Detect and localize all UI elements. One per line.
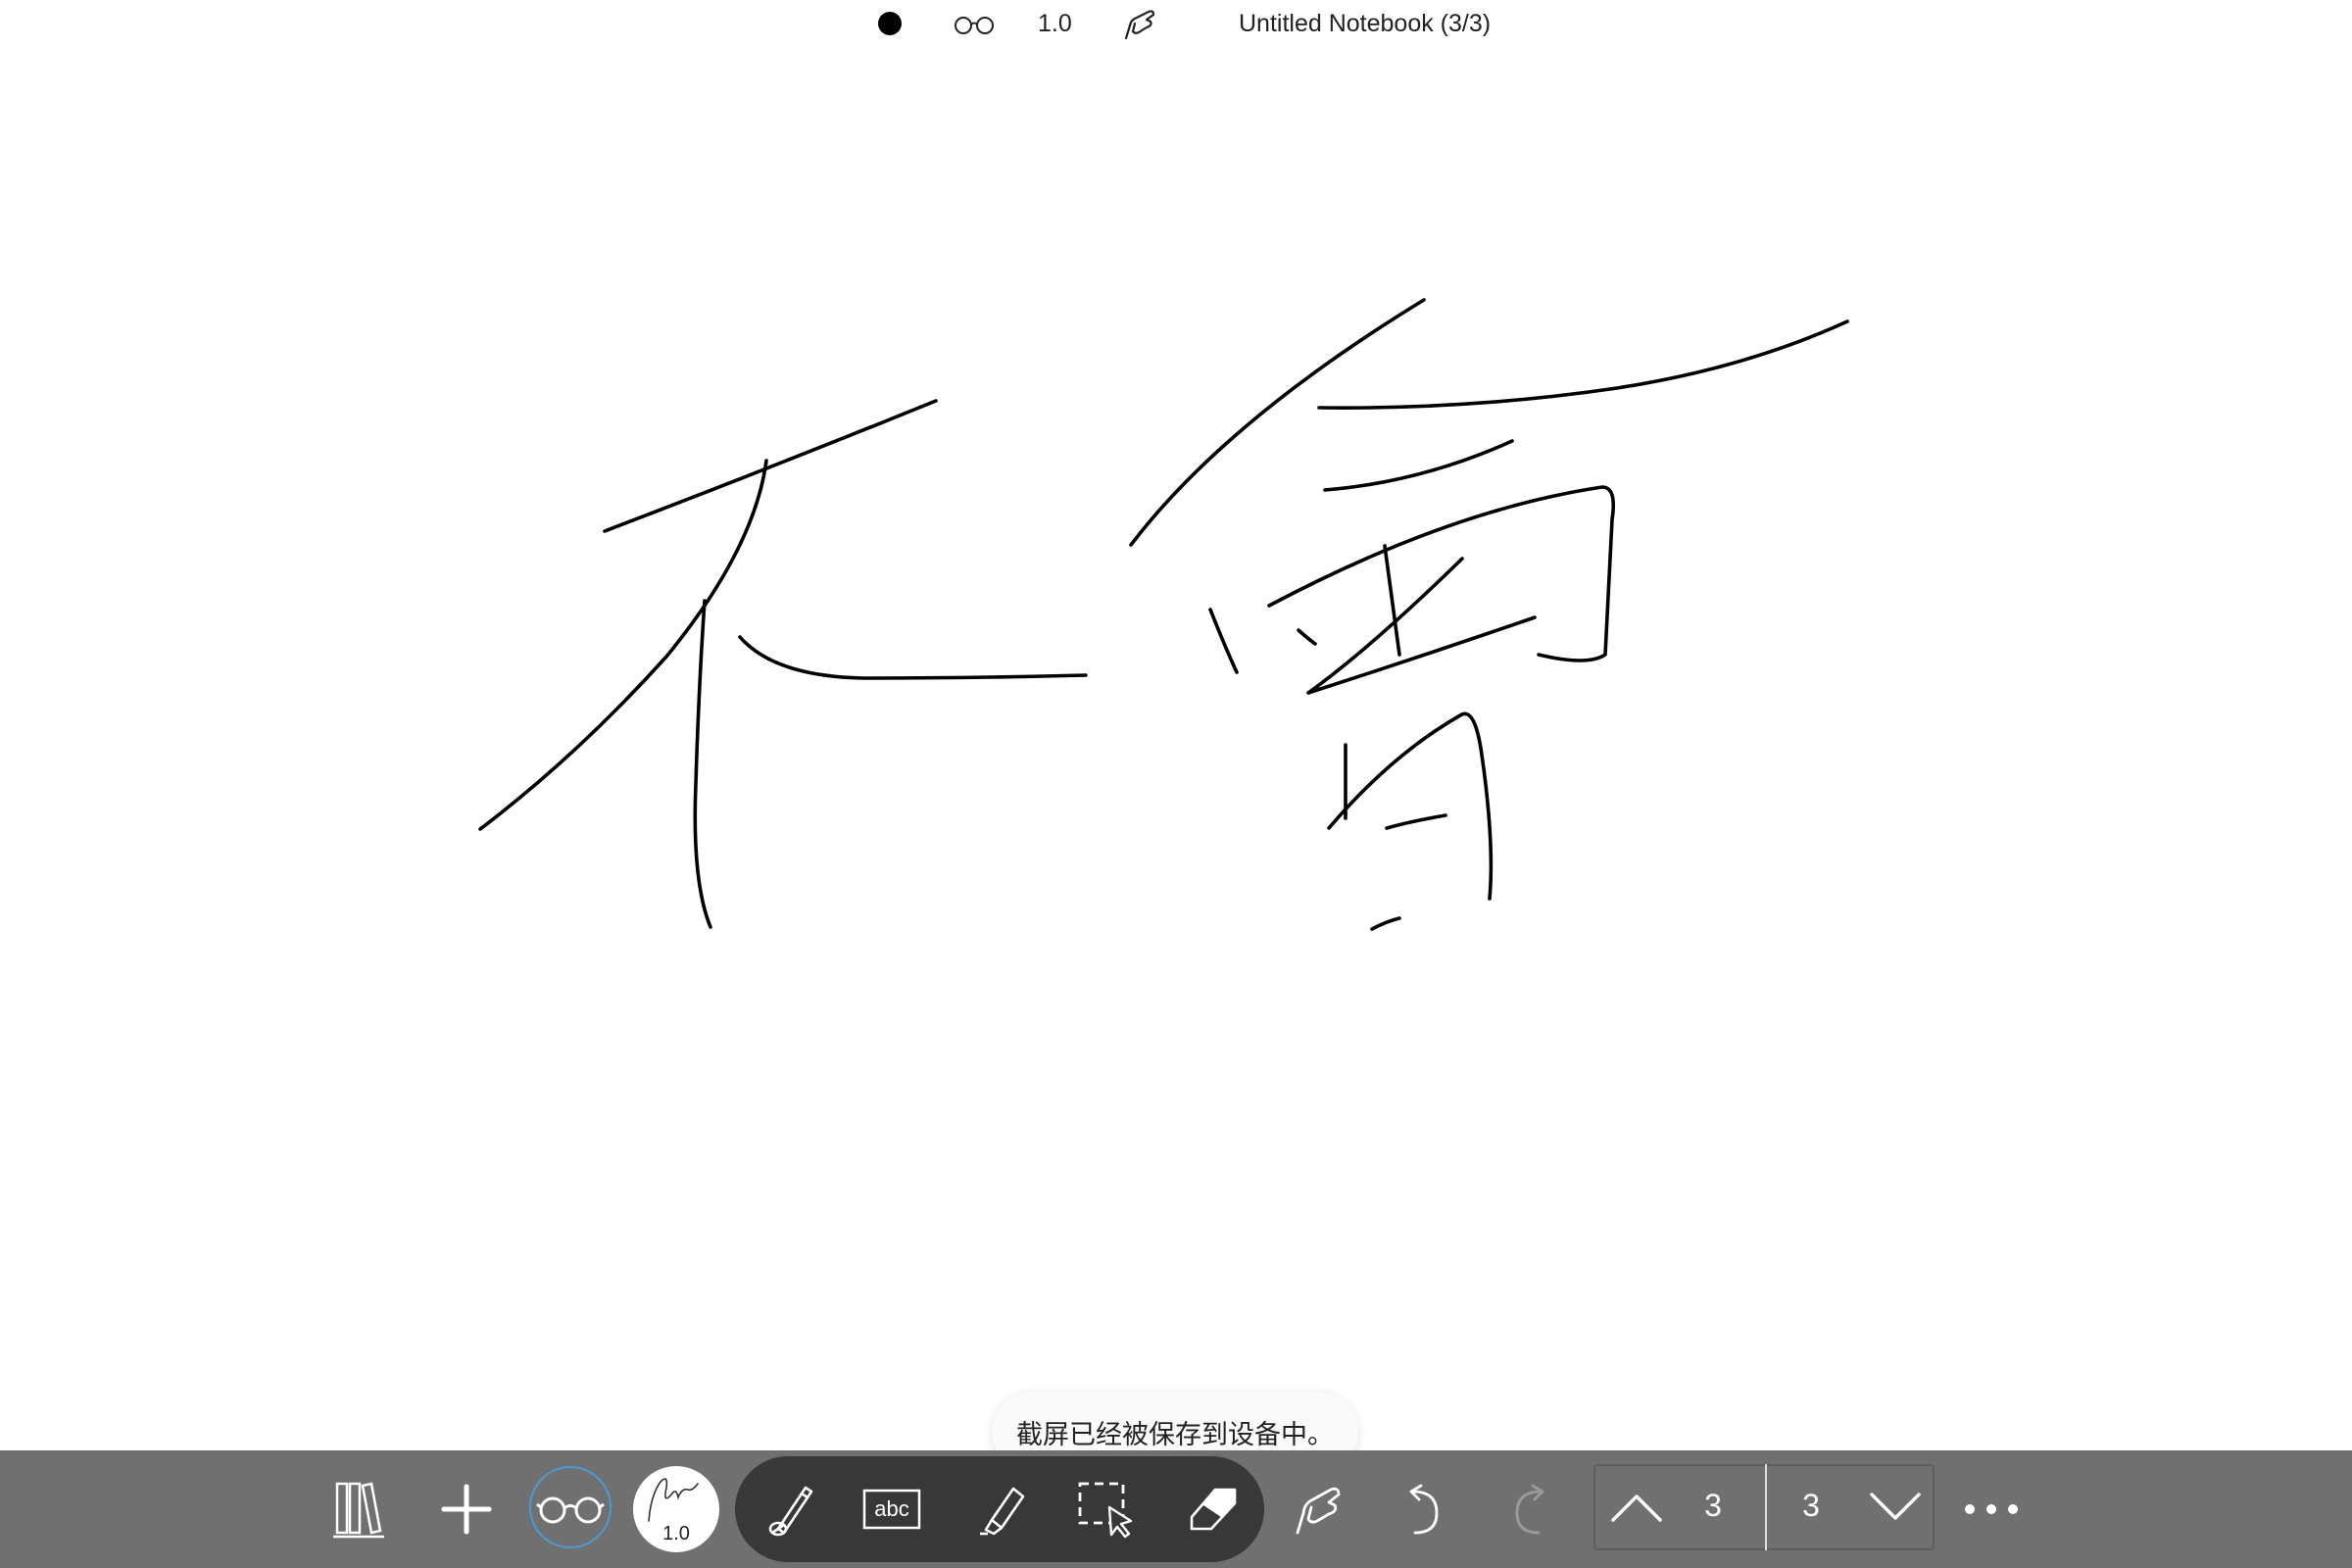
drawing-canvas[interactable] [0, 47, 2352, 1450]
page-up-icon[interactable] [1607, 1480, 1666, 1535]
stroke [603, 399, 938, 533]
highlighter-tool-icon[interactable] [968, 1478, 1031, 1541]
page-nav-divider [1765, 1464, 1767, 1550]
page-navigator: 3 3 [1593, 1464, 1935, 1550]
page-down-icon[interactable] [1866, 1480, 1925, 1535]
svg-text:abc: abc [874, 1496, 908, 1521]
undo-icon[interactable] [1390, 1478, 1452, 1541]
toast-message: 截屏已经被保存到设备中。 [1016, 1419, 1334, 1450]
stroke [1385, 813, 1447, 830]
drawing-tools-group: abc [735, 1456, 1264, 1562]
stroke [693, 599, 712, 929]
stroke [1323, 439, 1514, 492]
bottom-toolbar: 1.0 abc 3 3 [0, 1450, 2352, 1568]
stroke [1370, 916, 1401, 931]
redo-icon[interactable] [1501, 1478, 1564, 1541]
pen-size-button[interactable]: 1.0 [633, 1466, 719, 1552]
lasso-select-icon[interactable] [1076, 1478, 1139, 1541]
text-tool-icon[interactable]: abc [860, 1486, 923, 1533]
total-page-number: 3 [1802, 1488, 1820, 1523]
stroke [1297, 628, 1317, 646]
notebook-app: 1.0 Untitled Notebook (3/3) 截屏已经被保存到设备中。… [0, 0, 2352, 1568]
more-icon[interactable] [1960, 1490, 2023, 1529]
touch-hand-icon[interactable] [1286, 1478, 1348, 1541]
stroke [1306, 557, 1537, 695]
pen-size-value: 1.0 [662, 1523, 690, 1544]
library-icon[interactable] [329, 1480, 388, 1539]
glasses-icon [535, 1492, 606, 1527]
stroke [1267, 485, 1616, 662]
ink-strokes [478, 298, 1849, 931]
current-page-number: 3 [1704, 1488, 1722, 1523]
pencil-tool-icon[interactable] [759, 1478, 821, 1541]
add-icon [441, 1484, 492, 1535]
stroke [1317, 319, 1849, 410]
stroke [1327, 711, 1494, 901]
stroke [478, 459, 768, 831]
stroke [1383, 544, 1401, 657]
stroke [1129, 298, 1426, 547]
pen-size-icon [648, 1478, 699, 1522]
stroke [738, 635, 1088, 680]
eraser-tool-icon[interactable] [1182, 1478, 1245, 1541]
stroke [1208, 608, 1239, 674]
add-page-button[interactable] [437, 1480, 496, 1539]
